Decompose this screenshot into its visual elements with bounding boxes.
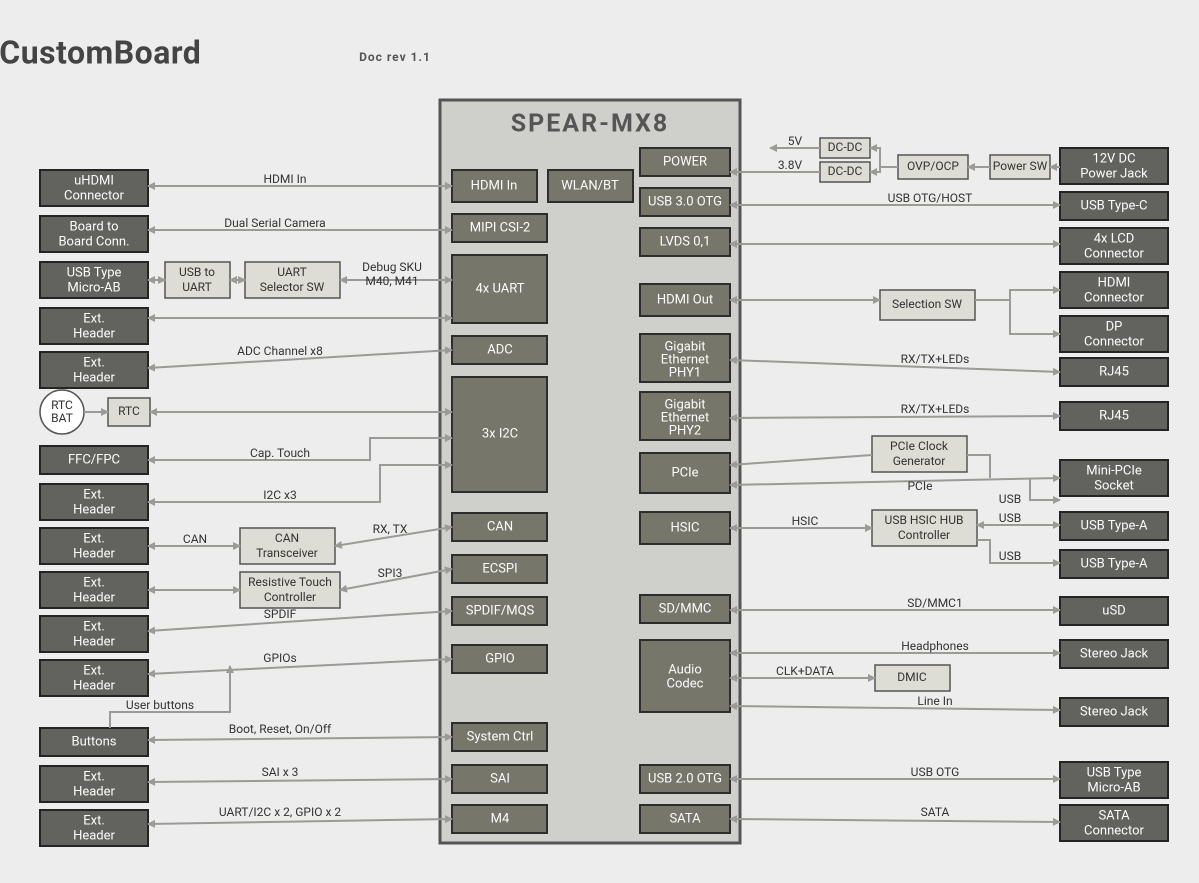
doc-rev: Doc rev 1.1 <box>359 50 431 64</box>
rc-mpcie: Mini-PCIeSocket <box>1060 460 1168 496</box>
blk-lvds: LVDS 0,1 <box>640 228 730 256</box>
blk-sai: SAI <box>452 765 547 793</box>
lbl-cap-touch: Cap. Touch <box>250 446 310 460</box>
lbl-hdmi-in: HDMI In <box>263 172 306 186</box>
blk-wlan: WLAN/BT <box>548 170 633 202</box>
lb-res-touch: Resistive TouchController <box>240 572 340 608</box>
lbl-rxtxled1: RX/TX+LEDs <box>901 352 970 366</box>
rc-lcd: 4x LCDConnector <box>1060 228 1168 264</box>
rl-dmic: DMIC <box>875 665 950 691</box>
lbl-usb2: USB <box>999 511 1021 525</box>
lbl-usbotg2: USB OTG <box>911 765 960 779</box>
rc-dp: DPConnector <box>1060 316 1168 352</box>
blk-eth2: Gigabit Ethernet PHY2 <box>640 392 730 440</box>
rl-pcie-clk: PCIe ClockGenerator <box>872 436 967 472</box>
conn-ext5: Ext.Header <box>40 572 148 608</box>
conn-ext2: Ext.Header <box>40 352 148 388</box>
lbl-sata: SATA <box>921 805 950 819</box>
blk-ecspi: ECSPI <box>452 555 547 583</box>
blk-sys: System Ctrl <box>452 723 547 751</box>
lbl-headphones: Headphones <box>901 639 969 653</box>
conn-ext7: Ext.Header <box>40 660 148 696</box>
lb-usb-uart: USB toUART <box>165 262 230 298</box>
conn-ext6: Ext.Header <box>40 616 148 652</box>
conn-uhdmi: uHDMIConnector <box>40 170 148 206</box>
blk-m4: M4 <box>452 805 547 833</box>
rc-sata: SATAConnector <box>1060 805 1168 841</box>
rc-usd: uSD <box>1060 597 1168 625</box>
blk-sdmmc: SD/MMC <box>640 595 730 623</box>
rc-typea1: USB Type-A <box>1060 512 1168 540</box>
rc-hdmi: HDMIConnector <box>1060 272 1168 308</box>
blk-usb2: USB 2.0 OTG <box>640 765 730 793</box>
lbl-boot: Boot, Reset, On/Off <box>229 722 332 736</box>
conn-ext9: Ext.Header <box>40 810 148 846</box>
conn-ffc: FFC/FPC <box>40 446 148 474</box>
lbl-can: CAN <box>183 532 207 546</box>
lb-can-trx: CANTransceiver <box>240 528 335 564</box>
blk-pcie: PCIe <box>640 453 730 493</box>
lbl-sdmmc1: SD/MMC1 <box>907 596 962 610</box>
rc-rj2: RJ45 <box>1060 402 1168 430</box>
blk-uart: 4x UART <box>452 255 547 323</box>
rc-rj1: RJ45 <box>1060 358 1168 386</box>
svg-text:M40, M41: M40, M41 <box>365 274 418 288</box>
blk-spdif: SPDIF/MQS <box>452 597 547 625</box>
conn-b2b: Board toBoard Conn. <box>40 216 148 252</box>
blk-audio: Audio Codec <box>640 640 730 712</box>
blk-eth1: Gigabit Ethernet PHY1 <box>640 334 730 382</box>
lb-rtc: RTC <box>108 398 150 426</box>
conn-ext4: Ext.Header <box>40 528 148 564</box>
rl-usb-hub: USB HSIC HUBController <box>872 510 977 546</box>
lbl-hsic: HSIC <box>792 514 819 528</box>
conn-ext1: Ext.Header <box>40 308 148 344</box>
lbl-clkdata: CLK+DATA <box>776 664 834 678</box>
rl-dcdc2: DC-DC <box>820 162 870 182</box>
rl-ovp: OVP/OCP <box>898 155 968 179</box>
lbl-i2cx3: I2C x3 <box>263 488 297 502</box>
lbl-rxtxled2: RX/TX+LEDs <box>901 402 970 416</box>
lbl-gpios: GPIOs <box>263 651 296 665</box>
rl-selsw: Selection SW <box>880 290 975 320</box>
lb-uart-sel: UARTSelector SW <box>245 262 340 298</box>
rc-typea2: USB Type-A <box>1060 550 1168 578</box>
conn-usb-micro: USB TypeMicro-AB <box>40 262 148 298</box>
rl-powersw: Power SW <box>990 155 1050 179</box>
rc-pj: 12V DCPower Jack <box>1060 148 1168 184</box>
blk-power: POWER <box>640 148 730 176</box>
blk-hdmi-out: HDMI Out <box>640 284 730 316</box>
rtc-bat: RTC BAT <box>40 390 84 434</box>
lbl-3v8: 3.8V <box>778 158 803 172</box>
blk-gpio: GPIO <box>452 645 547 673</box>
conn-buttons: Buttons <box>40 728 148 756</box>
rc-sj1: Stereo Jack <box>1060 640 1168 668</box>
lbl-linein: Line In <box>917 694 952 708</box>
lbl-usb3: USB <box>999 549 1021 563</box>
lbl-5v: 5V <box>788 134 803 148</box>
lbl-sai: SAI x 3 <box>262 765 299 779</box>
lbl-user-btn: User buttons <box>126 698 194 712</box>
blk-i2c: 3x I2C <box>452 377 547 492</box>
conn-ext8: Ext.Header <box>40 766 148 802</box>
blk-sata: SATA <box>640 805 730 833</box>
blk-adc: ADC <box>452 336 547 364</box>
blk-usb3: USB 3.0 OTG <box>640 188 730 216</box>
page-title: VAR-SP8CustomBoard <box>0 33 201 71</box>
lbl-usb1: USB <box>999 492 1021 506</box>
conn-ext3: Ext.Header <box>40 484 148 520</box>
lbl-spdif: SPDIF <box>264 607 297 621</box>
rc-sj2: Stereo Jack <box>1060 698 1168 726</box>
lbl-usb-otg-host: USB OTG/HOST <box>888 191 973 205</box>
rc-typec: USB Type-C <box>1060 192 1168 220</box>
lbl-dual-cam: Dual Serial Camera <box>224 216 325 230</box>
lbl-m4: UART/I2C x 2, GPIO x 2 <box>219 805 341 819</box>
blk-mipi: MIPI CSI-2 <box>452 214 547 242</box>
lbl-adc: ADC Channel x8 <box>237 344 323 358</box>
blk-can: CAN <box>452 513 547 541</box>
rl-dcdc1: DC-DC <box>820 138 870 158</box>
blk-hsic: HSIC <box>640 512 730 544</box>
blk-hdmi-in: HDMI In <box>452 170 537 202</box>
svg-text:Debug SKU: Debug SKU <box>362 260 422 274</box>
rc-micro: USB TypeMicro-AB <box>1060 762 1168 798</box>
